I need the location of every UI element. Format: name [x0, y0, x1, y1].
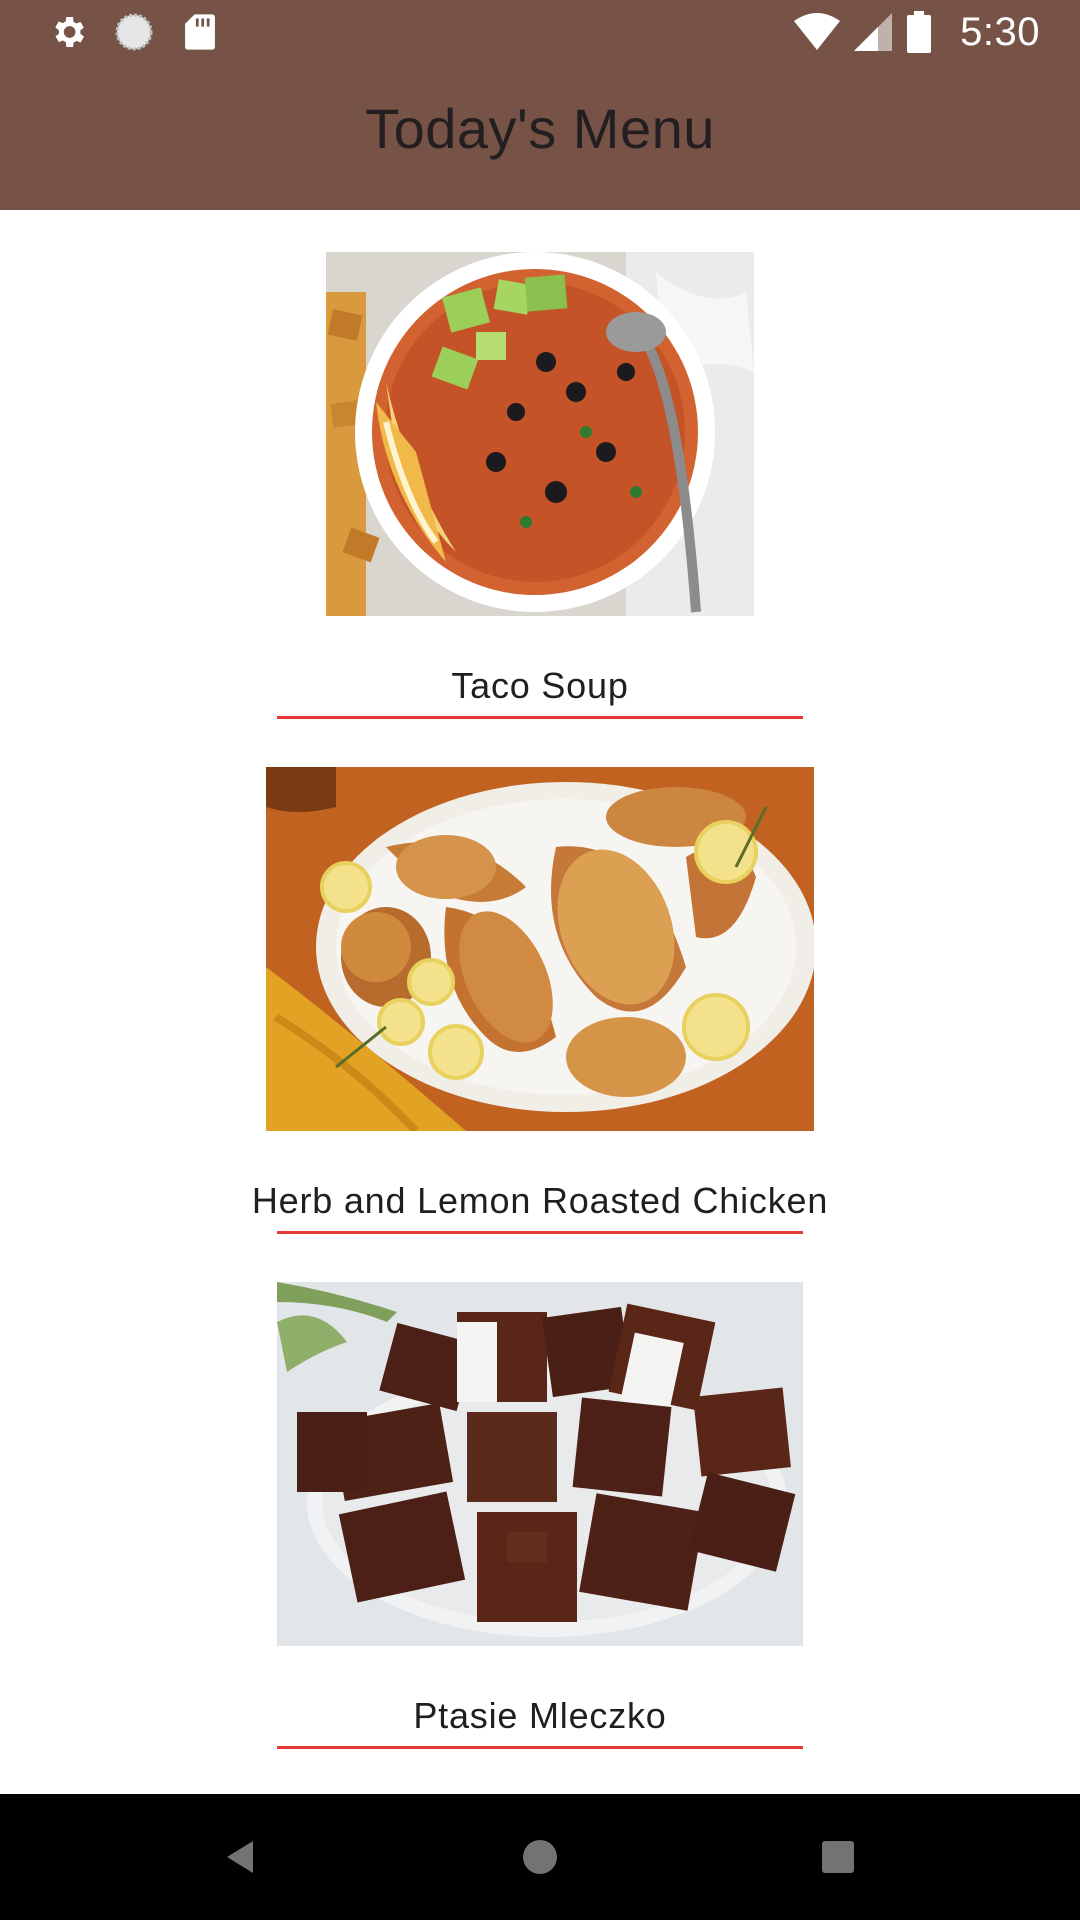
page-title: Today's Menu [365, 97, 715, 160]
gear-icon [48, 12, 88, 52]
menu-list[interactable]: Taco Soup Herb and Lemon Roasted Chicken… [0, 210, 1080, 1794]
menu-item[interactable]: Herb and Lemon Roasted Chicken [0, 725, 1080, 1240]
dish-underline [277, 1746, 803, 1749]
home-icon[interactable] [507, 1824, 573, 1890]
battery-icon [906, 11, 932, 53]
wifi-icon [794, 13, 841, 51]
loading-icon [114, 12, 154, 52]
menu-item[interactable]: Taco Soup [0, 210, 1080, 725]
recents-icon[interactable] [805, 1824, 871, 1890]
menu-item[interactable]: Ptasie Mleczko [0, 1240, 1080, 1755]
dish-name: Ptasie Mleczko [413, 1695, 667, 1736]
app-bar: Today's Menu [0, 63, 1080, 210]
signal-icon [854, 13, 893, 51]
status-right-icons: 5:30 [794, 8, 1040, 56]
back-icon[interactable] [208, 1824, 274, 1890]
dish-underline [277, 716, 803, 719]
dish-name: Herb and Lemon Roasted Chicken [251, 1180, 829, 1221]
sd-card-icon [180, 12, 220, 52]
ptasie-mleczko-photo [277, 1282, 803, 1646]
status-clock: 5:30 [960, 9, 1040, 54]
status-left-icons [48, 12, 220, 52]
status-bar: 5:30 [0, 0, 1080, 63]
dish-underline [277, 1231, 803, 1234]
dish-name: Taco Soup [451, 665, 629, 706]
navigation-bar [0, 1794, 1080, 1920]
taco-soup-photo [326, 252, 754, 616]
roasted-chicken-photo [266, 767, 814, 1131]
